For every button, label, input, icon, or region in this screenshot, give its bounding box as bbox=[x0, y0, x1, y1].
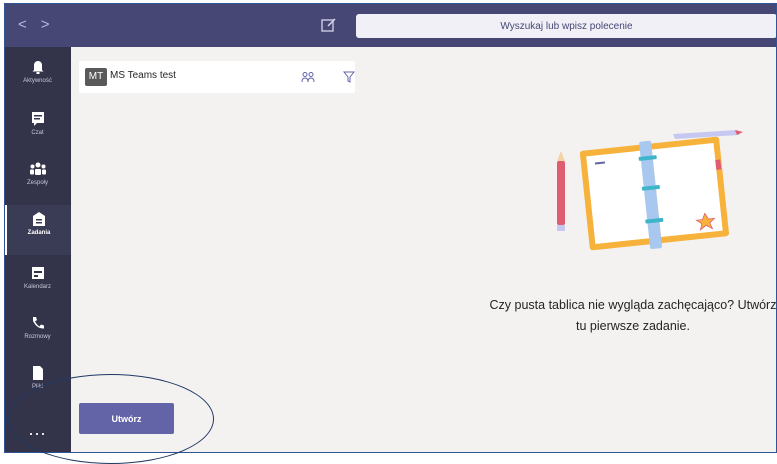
title-bar: <> Wyszukaj lub wpisz polecenie bbox=[4, 3, 777, 47]
compose-icon[interactable] bbox=[320, 16, 338, 34]
create-assignment-button[interactable]: Utwórz bbox=[79, 403, 174, 434]
chevron-left-icon[interactable]: < bbox=[18, 16, 41, 33]
rail-label: Pliki bbox=[31, 384, 43, 390]
app-window: <> Wyszukaj lub wpisz polecenie Aktywnoś… bbox=[4, 3, 777, 453]
chat-icon bbox=[31, 112, 44, 126]
rail-label: Kalendarz bbox=[23, 284, 52, 290]
rail-label: Rozmowy bbox=[24, 334, 51, 340]
more-apps-button[interactable]: ... bbox=[4, 419, 71, 449]
teams-icon bbox=[29, 162, 46, 175]
app-rail: Aktywność Czat Zespoły Zadania Kalendarz… bbox=[4, 47, 71, 453]
rail-label: Aktywność bbox=[23, 78, 52, 84]
rail-item-calendar[interactable]: Kalendarz bbox=[4, 259, 71, 309]
phone-icon bbox=[32, 317, 44, 329]
file-icon bbox=[32, 366, 43, 380]
rail-label: Czat bbox=[31, 130, 44, 136]
nav-arrows: <> bbox=[18, 16, 64, 33]
chevron-right-icon[interactable]: > bbox=[41, 16, 64, 33]
rail-label: Zespoły bbox=[26, 180, 48, 186]
main-content: MT MS Teams test Czy pusta tablica nie w… bbox=[71, 47, 777, 453]
rail-label: Zadania bbox=[27, 230, 51, 236]
people-icon[interactable] bbox=[301, 71, 315, 83]
notebook-illustration bbox=[557, 130, 743, 251]
search-placeholder: Wyszukaj lub wpisz polecenie bbox=[500, 20, 633, 32]
filter-icon[interactable] bbox=[343, 71, 355, 83]
empty-state-message: Czy pusta tablica nie wygląda zachęcając… bbox=[489, 298, 777, 333]
search-input[interactable]: Wyszukaj lub wpisz polecenie bbox=[356, 14, 777, 38]
rail-item-files[interactable]: Pliki bbox=[4, 359, 71, 409]
calendar-icon bbox=[31, 267, 44, 279]
bell-icon bbox=[32, 61, 43, 74]
rail-item-teams[interactable]: Zespoły bbox=[4, 155, 71, 205]
team-avatar: MT bbox=[85, 68, 107, 86]
team-name: MS Teams test bbox=[110, 70, 176, 81]
rail-item-calls[interactable]: Rozmowy bbox=[4, 309, 71, 359]
assignments-icon bbox=[33, 212, 45, 226]
team-header: MT MS Teams test bbox=[79, 61, 355, 93]
rail-item-activity[interactable]: Aktywność bbox=[4, 53, 71, 103]
rail-item-assignments[interactable]: Zadania bbox=[4, 205, 71, 255]
rail-item-chat[interactable]: Czat bbox=[4, 105, 71, 155]
